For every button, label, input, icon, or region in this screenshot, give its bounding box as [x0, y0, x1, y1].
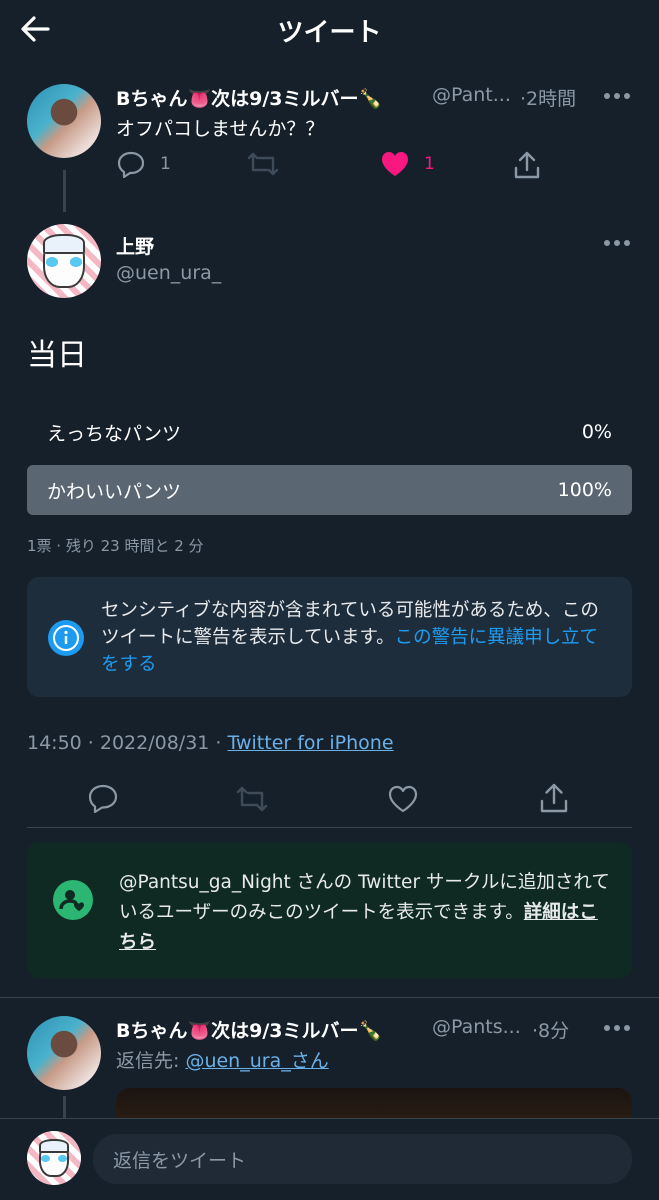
source-link[interactable]: Twitter for iPhone — [228, 732, 394, 754]
reply-to-label: 返信先: — [116, 1050, 186, 1072]
thread-line — [63, 170, 66, 212]
avatar[interactable] — [27, 1016, 101, 1090]
share-icon[interactable] — [538, 782, 570, 814]
reply-icon — [116, 150, 146, 178]
tweet-time: ·2時間 — [520, 88, 577, 110]
page-title: ツイート — [277, 18, 382, 48]
reply-composer: 返信をツイート — [0, 1118, 659, 1200]
poll-option-percent: 0% — [581, 421, 612, 443]
retweet-icon — [246, 150, 280, 178]
thread-line — [63, 1096, 66, 1120]
more-options-icon[interactable] — [604, 91, 632, 101]
tweet-time: ·8分 — [532, 1020, 570, 1042]
author-name[interactable]: 上野 — [116, 232, 154, 259]
author-name[interactable]: Bちゃん👅次は9/3ミルバー🍾 — [116, 84, 382, 111]
divider — [27, 827, 632, 828]
heart-filled-icon — [380, 150, 410, 178]
retweet-icon — [234, 784, 270, 814]
poll-summary: 1票 · 残り 23 時間と 2 分 — [27, 537, 204, 555]
poll-option: えっちなパンツ 0% — [27, 407, 632, 457]
more-options-icon[interactable] — [604, 238, 632, 248]
twitter-circle-notice: @Pantsu_ga_Night さんの Twitter サークルに追加されてい… — [27, 842, 632, 978]
reply-to-link[interactable]: @uen_ura_さん — [185, 1050, 328, 1072]
reply-input[interactable]: 返信をツイート — [93, 1134, 632, 1184]
more-options-icon[interactable] — [604, 1023, 632, 1033]
author-handle[interactable]: @Pants... — [432, 1016, 521, 1038]
top-bar: ツイート — [0, 0, 659, 58]
author-handle[interactable]: @uen_ura_ — [116, 262, 221, 284]
share-icon[interactable] — [512, 150, 542, 180]
reply-count: 1 — [160, 154, 171, 174]
avatar — [27, 1131, 81, 1185]
poll-option-percent: 100% — [557, 479, 612, 501]
avatar[interactable] — [27, 84, 101, 158]
tweet-text: 当日 — [27, 338, 87, 373]
timestamp-text: 14:50 · 2022/08/31 · — [27, 732, 228, 754]
author-name[interactable]: Bちゃん👅次は9/3ミルバー🍾 — [116, 1016, 382, 1043]
avatar[interactable] — [27, 224, 101, 298]
media-preview[interactable] — [116, 1088, 632, 1120]
like-button[interactable]: 1 — [380, 150, 435, 178]
divider — [0, 997, 659, 998]
reply-icon[interactable] — [87, 783, 119, 813]
poll-option-label: かわいいパンツ — [47, 480, 181, 503]
circle-user-icon — [53, 880, 93, 920]
poll-option-label: えっちなパンツ — [47, 422, 181, 445]
info-icon — [47, 619, 85, 657]
reply-to: 返信先: @uen_ura_さん — [116, 1046, 329, 1073]
like-icon[interactable] — [387, 784, 419, 814]
author-handle[interactable]: @Pant... — [432, 84, 511, 106]
like-count: 1 — [424, 154, 435, 174]
sensitive-content-notice: センシティブな内容が含まれている可能性があるため、このツイートに警告を表示してい… — [27, 577, 632, 697]
tweet-timestamp: 14:50 · 2022/08/31 · Twitter for iPhone — [27, 732, 394, 754]
tweet-text: オフパコしませんか？？ — [116, 118, 325, 140]
reply-button[interactable]: 1 — [116, 150, 171, 178]
poll-option-winner: かわいいパンツ 100% — [27, 465, 632, 515]
